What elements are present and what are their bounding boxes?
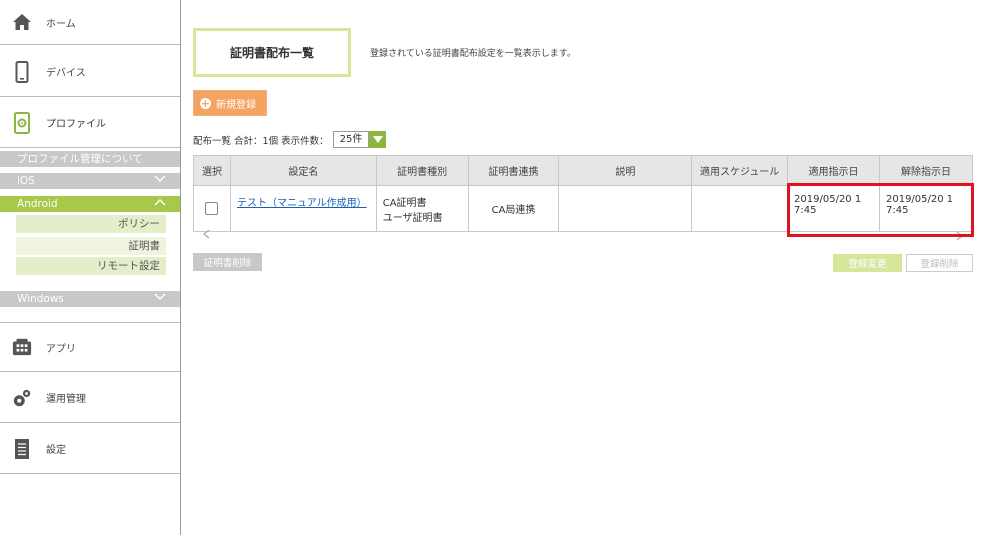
sidebar-item-windows[interactable]: Windows (0, 291, 180, 307)
chevron-down-icon (154, 173, 166, 189)
row-release-date-cell: 2019/05/20 1 7:45 (878, 185, 974, 232)
chevron-up-icon (154, 196, 166, 212)
sidebar-item-label: Android (17, 198, 58, 210)
nav-profile[interactable]: プロファイル (0, 98, 180, 148)
nav-operations-label: 運用管理 (46, 394, 86, 405)
row-link-cell: CA局連携 (467, 185, 560, 232)
nav-settings[interactable]: 設定 (0, 424, 180, 474)
row-release-date-line1: 2019/05/20 1 (885, 194, 954, 205)
nav-device-label: デバイス (46, 68, 86, 79)
nav-operations[interactable]: 運用管理 (0, 373, 180, 423)
nav-apps-label: アプリ (46, 343, 76, 355)
document-icon (12, 438, 32, 459)
profile-device-icon (12, 111, 32, 134)
row-type-line2: ユーザ証明書 (382, 213, 443, 224)
certificate-table: 選択 設定名 証明書種別 証明書連携 説明 適用スケジュール 適用指示日 解除指… (193, 155, 974, 232)
page-description: 登録されている証明書配布設定を一覧表示します。 (370, 49, 576, 59)
sidebar-item-policy[interactable]: ポリシー (16, 215, 166, 233)
chevron-down-icon (154, 291, 166, 307)
col-header-description: 説明 (558, 155, 693, 186)
nav-home[interactable]: ホーム (0, 0, 180, 45)
row-release-date-line2: 7:45 (885, 205, 909, 216)
apps-icon (12, 337, 32, 357)
per-page-select[interactable]: 25件 (332, 131, 387, 148)
chevron-down-icon (369, 131, 387, 148)
col-header-schedule: 適用スケジュール (691, 155, 789, 186)
list-summary: 配布一覧 合計：1個 表示件数： 25件 (193, 131, 387, 148)
count-text: 配布一覧 合計：1個 表示件数： (193, 135, 329, 147)
row-apply-date-line1: 2019/05/20 1 (794, 194, 862, 205)
row-apply-date-cell: 2019/05/20 1 7:45 (787, 185, 880, 232)
row-checkbox[interactable] (205, 202, 219, 215)
row-description-cell (558, 185, 693, 232)
col-header-apply-date: 適用指示日 (787, 155, 880, 186)
page-title: 証明書配布一覧 (193, 28, 351, 77)
row-name-cell: テスト（マニュアル作成用） (229, 185, 377, 232)
sidebar: ホーム デバイス プロファイル プロファイル管理について iOS Android… (0, 0, 181, 535)
scroll-left-icon[interactable] (203, 229, 210, 242)
col-header-type: 証明書種別 (375, 155, 469, 186)
scroll-right-icon[interactable] (956, 231, 963, 244)
sidebar-item-label: Windows (17, 293, 64, 305)
col-header-release-date: 解除指示日 (878, 155, 974, 186)
nav-home-label: ホーム (46, 18, 76, 30)
smartphone-icon (12, 60, 32, 83)
row-type-line1: CA証明書 (382, 198, 427, 209)
sidebar-item-label: プロファイル管理について (17, 153, 143, 165)
new-register-button[interactable]: + 新規登録 (193, 90, 267, 116)
row-schedule-cell (691, 185, 789, 232)
delete-certificate-button[interactable]: 証明書削除 (193, 253, 262, 271)
row-type-cell: CA証明書 ユーザ証明書 (375, 185, 469, 232)
sidebar-item-profile-about[interactable]: プロファイル管理について (0, 151, 180, 167)
table-header-row: 選択 設定名 証明書種別 証明書連携 説明 適用スケジュール 適用指示日 解除指… (193, 155, 974, 186)
plus-icon: + (200, 96, 211, 110)
delete-registration-button[interactable]: 登録削除 (906, 254, 973, 272)
row-select-cell (193, 185, 231, 232)
table-row: テスト（マニュアル作成用） CA証明書 ユーザ証明書 CA局連携 2019/05… (193, 185, 974, 232)
new-register-label: 新規登録 (216, 99, 256, 111)
col-header-select: 選択 (193, 155, 231, 186)
sidebar-item-certificate[interactable]: 証明書 (16, 237, 166, 255)
sidebar-item-remote-settings[interactable]: リモート設定 (16, 257, 166, 275)
gears-icon (12, 388, 32, 408)
sidebar-item-label: iOS (17, 175, 35, 187)
col-header-link: 証明書連携 (467, 155, 560, 186)
row-name-link[interactable]: テスト（マニュアル作成用） (237, 198, 367, 209)
horizontal-scrollbar[interactable] (193, 229, 973, 244)
nav-settings-label: 設定 (46, 445, 66, 456)
sidebar-item-ios[interactable]: iOS (0, 173, 180, 189)
nav-apps[interactable]: アプリ (0, 322, 180, 372)
nav-device[interactable]: デバイス (0, 47, 180, 97)
row-apply-date-line2: 7:45 (794, 205, 817, 216)
col-header-name: 設定名 (229, 155, 377, 186)
per-page-value: 25件 (332, 131, 370, 148)
sidebar-item-android[interactable]: Android (0, 196, 180, 212)
edit-registration-button[interactable]: 登録変更 (833, 254, 902, 272)
home-icon (12, 12, 32, 32)
nav-profile-label: プロファイル (46, 119, 106, 130)
